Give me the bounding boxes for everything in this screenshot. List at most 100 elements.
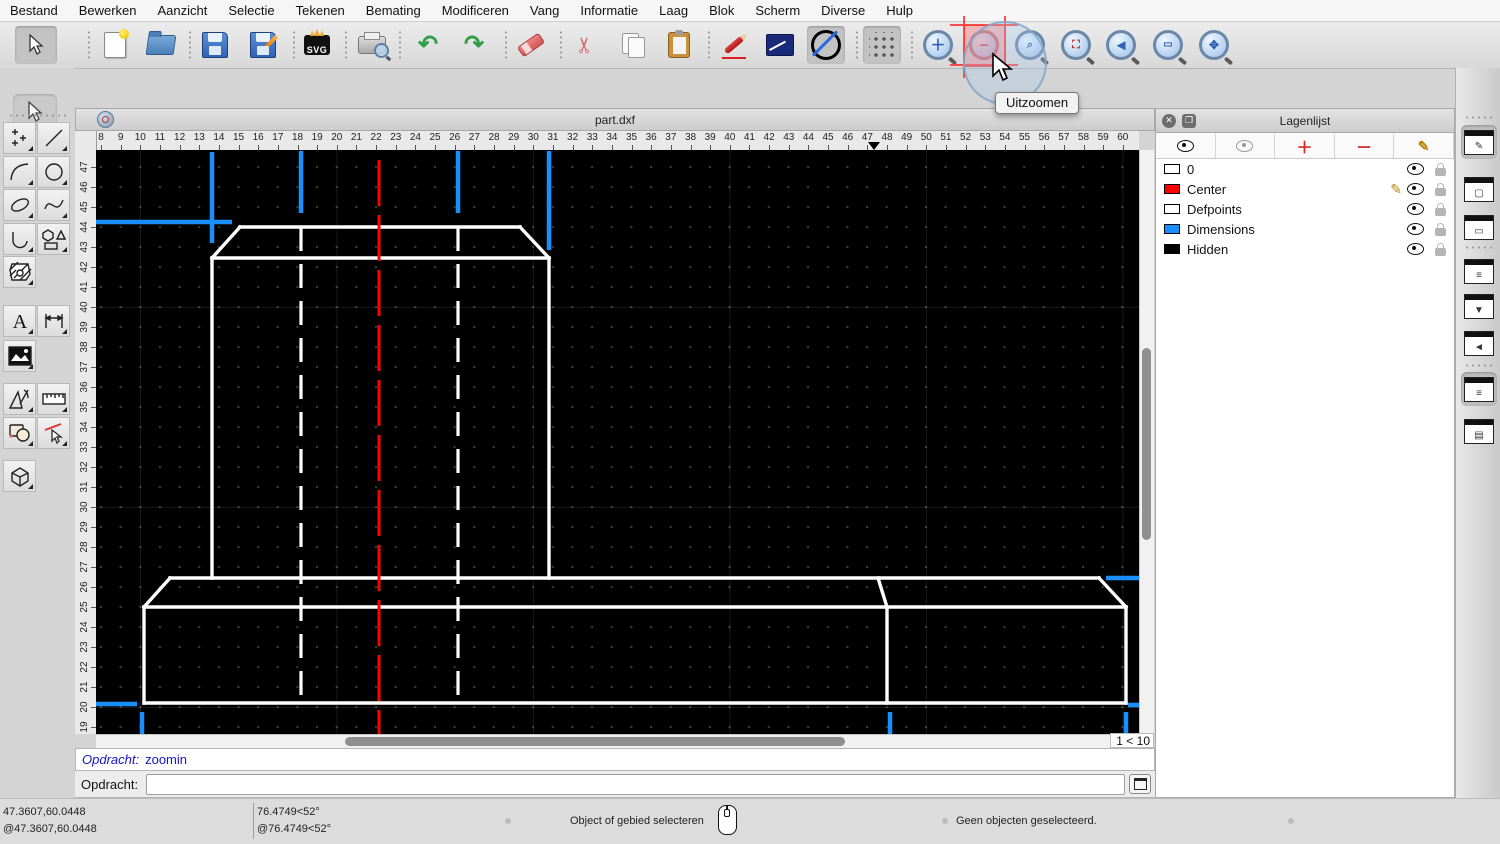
paste-button[interactable] [660,26,698,64]
layer-lock-toggle[interactable] [1435,203,1446,216]
tool-modify[interactable] [3,383,36,415]
drawing-canvas[interactable] [96,150,1139,734]
outline-line [212,227,240,258]
add-layer-button[interactable]: ＋ [1275,133,1335,158]
tool-text[interactable]: A [3,305,36,337]
redo-button[interactable]: ↷ [455,26,493,64]
layer-row-0[interactable]: 0 [1156,159,1454,179]
document-titlebar[interactable]: part.dxf [75,108,1155,131]
dock-coordinate-info[interactable]: ≡ [1461,372,1497,406]
dock-layer-list[interactable]: ≡ [1461,254,1497,288]
tool-spline[interactable] [37,189,70,221]
dock-viewports[interactable]: ▭ [1461,210,1497,244]
delete-button[interactable] [512,26,550,64]
new-file-button[interactable] [96,26,134,64]
draw-freehand-button[interactable] [715,26,753,64]
menu-tekenen[interactable]: Tekenen [296,3,345,18]
tool-circle[interactable] [37,156,70,188]
tool-ellipse[interactable] [3,189,36,221]
vertical-scrollbar-thumb[interactable] [1142,348,1151,540]
cut-button[interactable]: ✂ [566,26,604,64]
tool-selection-tools[interactable] [3,417,36,449]
command-detach-button[interactable] [1129,774,1151,794]
zoom-in-button[interactable]: ＋ [919,26,957,64]
layer-lock-toggle[interactable] [1435,183,1446,196]
layer-color-swatch[interactable] [1164,164,1180,174]
zoom-selection-button[interactable]: ⛶ [1057,26,1095,64]
svg-export-button[interactable]: SVG [298,26,336,64]
menu-blok[interactable]: Blok [709,3,734,18]
show-all-layers-button[interactable] [1156,133,1216,158]
hide-all-layers-button[interactable] [1216,133,1276,158]
grid-toggle-button[interactable] [863,26,901,64]
outline-line [520,227,549,258]
copy-button[interactable] [614,26,652,64]
select-button[interactable] [15,26,57,64]
print-preview-button[interactable] [353,26,391,64]
layer-color-swatch[interactable] [1164,184,1180,194]
menu-scherm[interactable]: Scherm [755,3,800,18]
horizontal-scrollbar[interactable] [96,734,1110,749]
menu-hulp[interactable]: Hulp [886,3,913,18]
dock-selection-filter[interactable]: ▢ [1461,172,1497,206]
command-input[interactable] [146,774,1125,795]
tool-delete-entity[interactable] [37,417,70,449]
menu-modificeren[interactable]: Modificeren [442,3,509,18]
menu-informatie[interactable]: Informatie [580,3,638,18]
tool-line[interactable] [37,122,70,154]
undo-button[interactable]: ↶ [409,26,447,64]
layer-color-swatch[interactable] [1164,204,1180,214]
dock-property-editor[interactable]: ✎ [1461,125,1497,159]
layer-lock-toggle[interactable] [1435,243,1446,256]
layer-visibility-toggle[interactable] [1407,163,1424,175]
layer-row-hidden[interactable]: Hidden [1156,239,1454,259]
horizontal-scrollbar-thumb[interactable] [345,737,845,746]
ruler-number: 46 [77,178,91,196]
close-icon[interactable]: ✕ [1162,114,1176,128]
tool-points[interactable] [3,122,36,154]
layer-visibility-toggle[interactable] [1407,203,1424,215]
save-as-button[interactable] [244,26,282,64]
layer-lock-toggle[interactable] [1435,163,1446,176]
dock-clipboard-panel[interactable]: ▤ [1461,414,1497,448]
toolbar-separator [345,30,347,60]
vertical-scrollbar[interactable] [1139,150,1154,734]
layer-visibility-toggle[interactable] [1407,183,1424,195]
dimension-style-button[interactable] [761,26,799,64]
menu-aanzicht[interactable]: Aanzicht [158,3,208,18]
layer-lock-toggle[interactable] [1435,223,1446,236]
layer-row-defpoints[interactable]: Defpoints [1156,199,1454,219]
edit-layer-button[interactable]: ✎ [1394,133,1454,158]
menu-selectie[interactable]: Selectie [228,3,274,18]
construction-toggle-button[interactable] [807,26,845,64]
tool-solid[interactable] [3,460,36,492]
pan-button[interactable]: ✥ [1195,26,1233,64]
tool-dimension[interactable] [37,305,70,337]
layer-color-swatch[interactable] [1164,244,1180,254]
dock-filter[interactable]: ▼ [1461,289,1497,323]
menu-vang[interactable]: Vang [530,3,559,18]
layer-row-dimensions[interactable]: Dimensions [1156,219,1454,239]
layer-visibility-toggle[interactable] [1407,223,1424,235]
layer-visibility-toggle[interactable] [1407,243,1424,255]
tool-measure[interactable] [37,383,70,415]
tool-hatch[interactable] [3,256,36,288]
menu-diverse[interactable]: Diverse [821,3,865,18]
tool-arc[interactable] [3,156,36,188]
remove-layer-button[interactable]: － [1335,133,1395,158]
zoom-window-button[interactable]: ▭ [1149,26,1187,64]
undock-icon[interactable]: ❐ [1182,114,1196,128]
save-button[interactable] [196,26,234,64]
layer-color-swatch[interactable] [1164,224,1180,234]
menu-bemating[interactable]: Bemating [366,3,421,18]
tool-image[interactable] [3,340,36,372]
menu-bewerken[interactable]: Bewerken [79,3,137,18]
tool-shapes[interactable] [37,223,70,255]
menu-bestand[interactable]: Bestand [10,3,58,18]
dock-command-history[interactable]: ◄ [1461,326,1497,360]
open-file-button[interactable] [142,26,180,64]
zoom-previous-button[interactable]: ◄ [1102,26,1140,64]
layer-row-center[interactable]: Center✎ [1156,179,1454,199]
tool-polyline[interactable] [3,223,36,255]
menu-laag[interactable]: Laag [659,3,688,18]
